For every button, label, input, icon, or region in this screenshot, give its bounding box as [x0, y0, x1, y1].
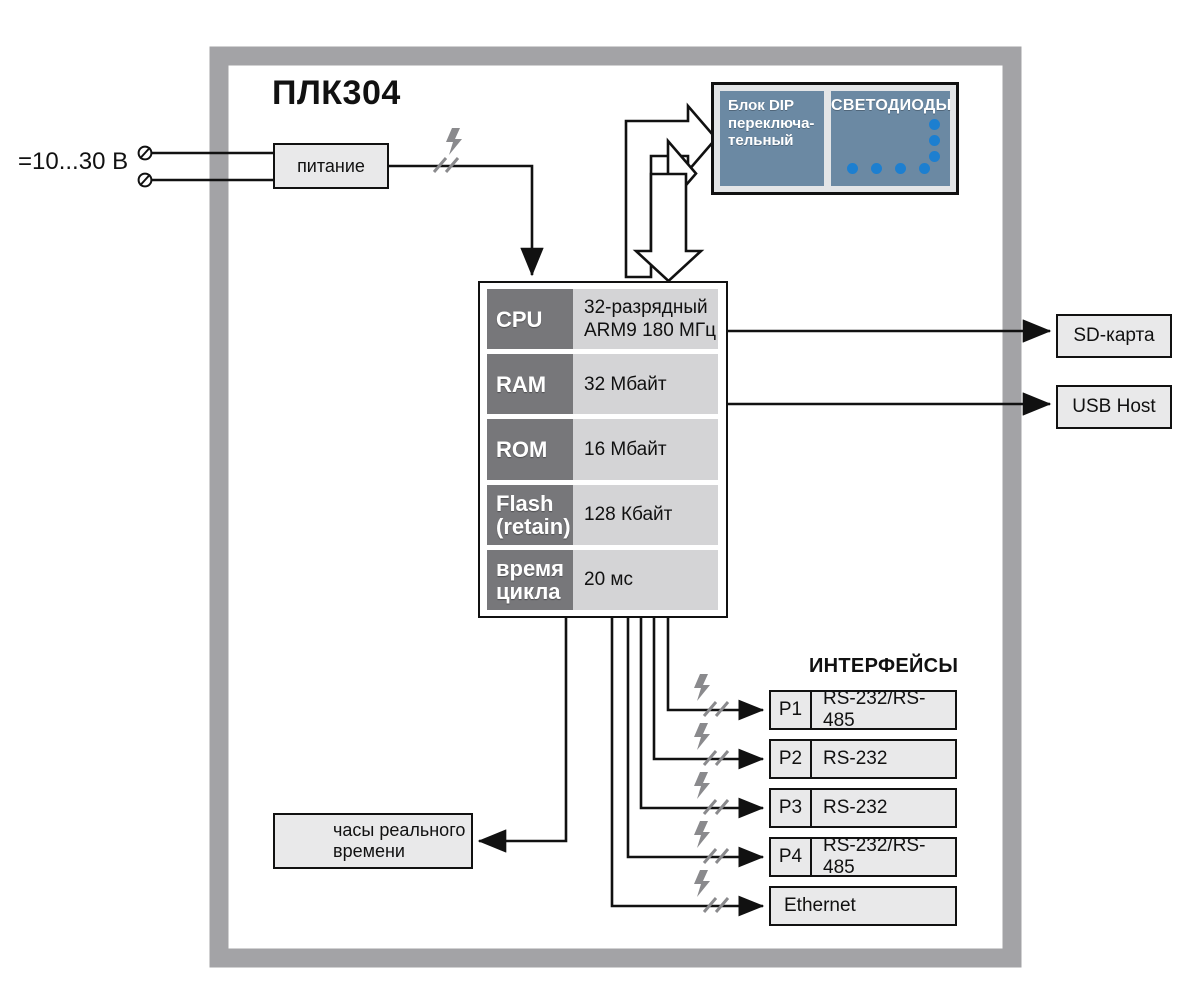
led-indicator [871, 163, 882, 174]
interface-name-label: RS-232 [823, 797, 888, 818]
spec-key: Flash (retain) [487, 484, 573, 545]
cpu-to-interfaces-bus [610, 618, 765, 917]
led-indicator [847, 163, 858, 174]
interface-row-p4: P4 RS-232/RS-485 [769, 835, 957, 878]
power-to-cpu-wire [389, 128, 544, 277]
spec-key: ROM [487, 419, 573, 480]
spec-key: CPU [487, 289, 573, 350]
interface-row-p1: P1 RS-232/RS-485 [769, 688, 957, 731]
dip-switch-block[interactable]: Блок DIP переключа- тельный [720, 91, 824, 186]
real-time-clock-block: часы реального времени [273, 813, 473, 869]
spec-value: 32 Мбайт [573, 354, 718, 415]
spec-value: 16 Мбайт [573, 419, 718, 480]
io-indicator-panel: Блок DIP переключа- тельный СВЕТОДИОДЫ [711, 82, 959, 195]
spec-row: время цикла 20 мс [487, 549, 718, 611]
interface-port-label: P3 [771, 790, 812, 826]
interface-row-p3: P3 RS-232 [769, 788, 957, 828]
spec-row: Flash (retain) 128 Кбайт [487, 484, 718, 545]
spec-row: RAM 32 Мбайт [487, 354, 718, 415]
interface-name-label: RS-232/RS-485 [823, 835, 926, 878]
interface-name-label: Ethernet [784, 895, 856, 916]
led-indicator [919, 163, 930, 174]
interface-name-label: RS-232/RS-485 [823, 688, 926, 731]
power-block-label: питание [297, 155, 365, 176]
interfaces-title: ИНТЕРФЕЙСЫ [809, 655, 959, 677]
led-block-label: СВЕТОДИОДЫ [831, 97, 952, 114]
sd-card-label: SD-карта [1073, 325, 1155, 347]
power-input-label: =10...30 В [18, 148, 129, 175]
spec-key: время цикла [487, 549, 573, 611]
spec-value: 20 мс [573, 549, 718, 611]
interface-port-label: P4 [771, 839, 812, 875]
cpu-spec-block: CPU 32-разрядный ARM9 180 МГц RAM 32 Мбай… [478, 281, 728, 618]
led-block: СВЕТОДИОДЫ [831, 91, 952, 186]
power-input-wiring [137, 145, 273, 188]
terminal-screw-icon [137, 172, 153, 188]
dip-switch-block-label: Блок DIP переключа- тельный [728, 97, 815, 150]
spec-key: RAM [487, 354, 573, 415]
usb-host-label: USB Host [1072, 396, 1156, 418]
led-indicator [929, 135, 940, 146]
interface-row-ethernet: Ethernet [769, 886, 957, 926]
spec-row: ROM 16 Мбайт [487, 419, 718, 480]
interface-port-label: P1 [771, 692, 812, 728]
interface-port-label: P2 [771, 741, 812, 777]
usb-host-block: USB Host [1056, 385, 1172, 429]
led-indicator [929, 119, 940, 130]
interface-row-p2: P2 RS-232 [769, 739, 957, 779]
terminal-screw-icon [137, 145, 153, 161]
page-title: ПЛК304 [272, 74, 401, 112]
led-indicator [929, 151, 940, 162]
spec-value: 128 Кбайт [573, 484, 718, 545]
led-indicator [895, 163, 906, 174]
diagram-canvas: ПЛК304 =10...30 В питание Блок DIP перек… [0, 0, 1200, 1000]
interface-name-label: RS-232 [823, 748, 888, 769]
spec-value: 32-разрядный ARM9 180 МГц [573, 289, 718, 350]
sd-card-block: SD-карта [1056, 314, 1172, 358]
cpu-to-peripherals-wires [728, 319, 1052, 416]
spec-row: CPU 32-разрядный ARM9 180 МГц [487, 289, 718, 350]
real-time-clock-label: часы реального времени [333, 819, 466, 861]
cpu-to-rtc-wire [477, 618, 568, 853]
power-block: питание [273, 143, 389, 189]
